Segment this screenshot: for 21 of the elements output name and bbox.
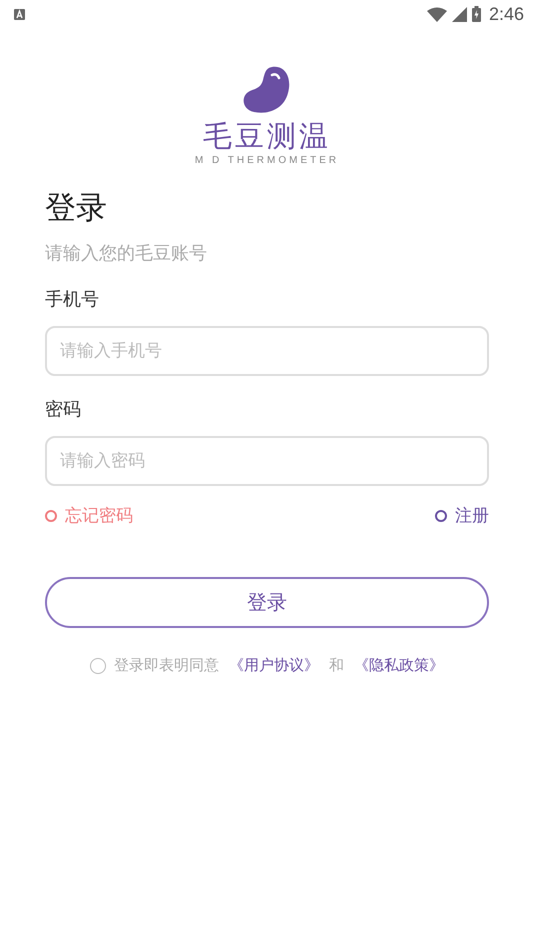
page-subtitle: 请输入您的毛豆账号 bbox=[45, 242, 208, 266]
agreement-text: 登录即表明同意 bbox=[114, 656, 219, 675]
signal-icon bbox=[452, 6, 467, 22]
wifi-icon bbox=[426, 6, 447, 22]
status-time: 2:46 bbox=[488, 4, 524, 24]
battery-icon bbox=[472, 6, 481, 22]
keyboard-icon bbox=[14, 8, 25, 20]
logo-name: 毛豆测温 bbox=[203, 119, 331, 153]
logo-subtitle: M D THERMOMETER bbox=[194, 155, 340, 166]
agreement-checkbox[interactable] bbox=[90, 658, 106, 674]
page-title: 登录 bbox=[45, 189, 108, 228]
input-field[interactable]: 请输入手机号 bbox=[45, 326, 489, 376]
terms-link[interactable]: 《用户协议》 bbox=[229, 656, 319, 675]
field-label: 手机号 bbox=[45, 288, 100, 312]
field-label: 密码 bbox=[45, 398, 82, 422]
privacy-link[interactable]: 《隐私政策》 bbox=[354, 656, 444, 675]
bean-logo-icon bbox=[242, 65, 292, 115]
input-field[interactable]: 请输入密码 bbox=[45, 436, 489, 486]
text-link[interactable]: 注册 bbox=[435, 504, 489, 527]
conjunction-text: 和 bbox=[329, 656, 344, 675]
login-button[interactable]: 登录 bbox=[45, 577, 489, 628]
